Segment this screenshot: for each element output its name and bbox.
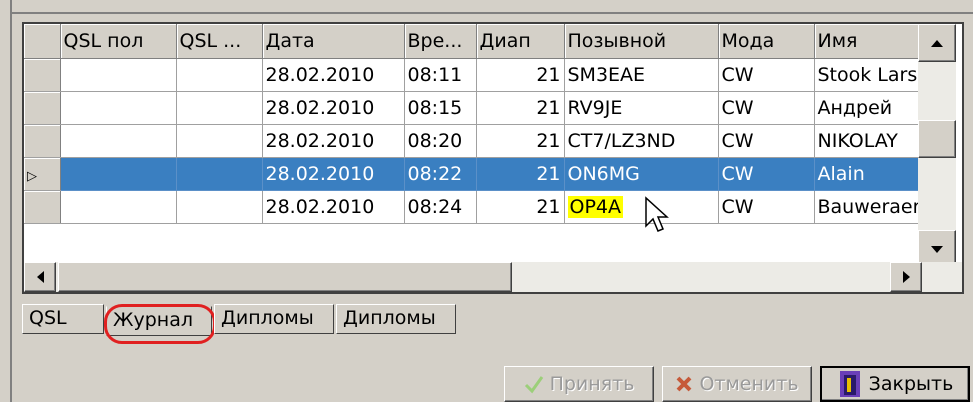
vertical-scroll-thumb[interactable] (918, 120, 956, 158)
cell-qsl-sent[interactable] (176, 190, 263, 224)
column-header-callsign[interactable]: Позывной (564, 24, 719, 59)
tab-diplomas-2[interactable]: Дипломы (336, 304, 456, 334)
cell-band[interactable]: 21 (476, 124, 565, 158)
cross-icon (677, 376, 692, 392)
cell-date[interactable]: 28.02.2010 (262, 58, 405, 92)
table-row[interactable]: 28.02.2010 08:24 21 OP4A CW Bauweraer (24, 190, 935, 224)
cell-name[interactable]: NIKOLAY (814, 124, 935, 158)
cell-mode[interactable]: CW (718, 91, 815, 125)
header-indicator-cell (24, 24, 61, 59)
column-header-qsl-rcvd[interactable]: QSL пол (60, 24, 177, 59)
cell-qsl-sent[interactable] (176, 124, 263, 158)
current-row-indicator[interactable]: ▷ (24, 157, 61, 191)
callsign-highlight: OP4A (567, 195, 623, 218)
cell-qsl-sent[interactable] (176, 91, 263, 125)
tab-label: Дипломы (343, 307, 436, 329)
cell-band[interactable]: 21 (476, 190, 565, 224)
cell-date[interactable]: 28.02.2010 (262, 91, 405, 125)
horizontal-scrollbar[interactable] (24, 262, 962, 292)
cell-name[interactable]: Bauweraer (814, 190, 935, 224)
cell-qsl-sent[interactable] (176, 157, 263, 191)
close-button-label: Закрыть (868, 373, 954, 395)
accept-button-label: Принять (549, 373, 635, 395)
cell-qsl-rcvd[interactable] (60, 190, 177, 224)
vertical-scrollbar[interactable] (918, 24, 956, 268)
column-header-band[interactable]: Диап (476, 24, 565, 59)
arrow-right-icon (903, 271, 910, 283)
tab-qsl[interactable]: QSL (22, 304, 104, 334)
scroll-up-button[interactable] (918, 24, 956, 62)
cell-name[interactable]: Alain (814, 157, 935, 191)
column-header-qsl-sent[interactable]: QSL ... (176, 24, 263, 59)
cell-qsl-rcvd[interactable] (60, 91, 177, 125)
cell-date[interactable]: 28.02.2010 (262, 157, 405, 191)
cancel-button[interactable]: Отменить (662, 366, 812, 402)
tab-label: Дипломы (221, 307, 314, 329)
cell-band[interactable]: 21 (476, 91, 565, 125)
column-header-mode[interactable]: Мода (718, 24, 815, 59)
cell-qsl-rcvd[interactable] (60, 124, 177, 158)
cell-mode[interactable]: CW (718, 124, 815, 158)
checkmark-icon (524, 376, 543, 394)
row-indicator[interactable] (24, 91, 61, 125)
current-row-marker-icon: ▷ (27, 168, 37, 184)
cell-time[interactable]: 08:11 (404, 58, 477, 92)
cell-name[interactable]: Stook Lars (814, 58, 935, 92)
table-row[interactable]: 28.02.2010 08:11 21 SM3EAE CW Stook Lars (24, 58, 935, 92)
cell-callsign[interactable]: ON6MG (564, 157, 719, 191)
column-header-name[interactable]: Имя (814, 24, 935, 59)
table-row[interactable]: 28.02.2010 08:20 21 CT7/LZ3ND CW NIKOLAY (24, 124, 935, 158)
cell-band[interactable]: 21 (476, 58, 565, 92)
cell-time[interactable]: 08:24 (404, 190, 477, 224)
cell-time[interactable]: 08:22 (404, 157, 477, 191)
row-indicator[interactable] (24, 124, 61, 158)
column-header-time[interactable]: Вре... (404, 24, 477, 59)
cell-callsign[interactable]: CT7/LZ3ND (564, 124, 719, 158)
cell-time[interactable]: 08:20 (404, 124, 477, 158)
cell-date[interactable]: 28.02.2010 (262, 124, 405, 158)
cell-callsign[interactable]: SM3EAE (564, 58, 719, 92)
cell-mode[interactable]: CW (718, 157, 815, 191)
tab-label: QSL (29, 307, 67, 329)
row-indicator[interactable] (24, 190, 61, 224)
scroll-left-button[interactable] (24, 262, 56, 292)
cell-name[interactable]: Андрей (814, 91, 935, 125)
horizontal-scroll-thumb[interactable] (58, 262, 512, 292)
tab-diplomas-1[interactable]: Дипломы (214, 304, 334, 334)
cell-time[interactable]: 08:15 (404, 91, 477, 125)
log-grid[interactable]: QSL пол QSL ... Дата Вре... Диап Позывно… (22, 22, 964, 294)
cell-mode[interactable]: CW (718, 190, 815, 224)
cell-callsign[interactable]: RV9JE (564, 91, 719, 125)
table-row[interactable]: 28.02.2010 08:15 21 RV9JE CW Андрей (24, 91, 935, 125)
table-row-selected[interactable]: ▷ 28.02.2010 08:22 21 ON6MG CW Alain (24, 157, 935, 191)
left-frame (0, 0, 12, 402)
accept-button[interactable]: Принять (504, 366, 654, 402)
arrow-up-icon (931, 40, 943, 47)
scroll-right-button[interactable] (890, 262, 922, 292)
cell-qsl-rcvd[interactable] (60, 157, 177, 191)
annotation-circle (104, 304, 216, 344)
top-frame (0, 0, 973, 14)
cell-date[interactable]: 28.02.2010 (262, 190, 405, 224)
cell-mode[interactable]: CW (718, 58, 815, 92)
column-header-date[interactable]: Дата (262, 24, 405, 59)
cell-band[interactable]: 21 (476, 157, 565, 191)
cell-qsl-sent[interactable] (176, 58, 263, 92)
row-indicator[interactable] (24, 58, 61, 92)
mouse-pointer-icon (645, 196, 669, 232)
grid-header-row: QSL пол QSL ... Дата Вре... Диап Позывно… (24, 24, 935, 59)
cell-qsl-rcvd[interactable] (60, 58, 177, 92)
close-button[interactable]: Закрыть (820, 366, 970, 402)
cancel-button-label: Отменить (699, 373, 799, 395)
cell-callsign[interactable]: OP4A (564, 190, 719, 224)
door-exit-icon (839, 371, 860, 397)
arrow-left-icon (37, 271, 44, 283)
